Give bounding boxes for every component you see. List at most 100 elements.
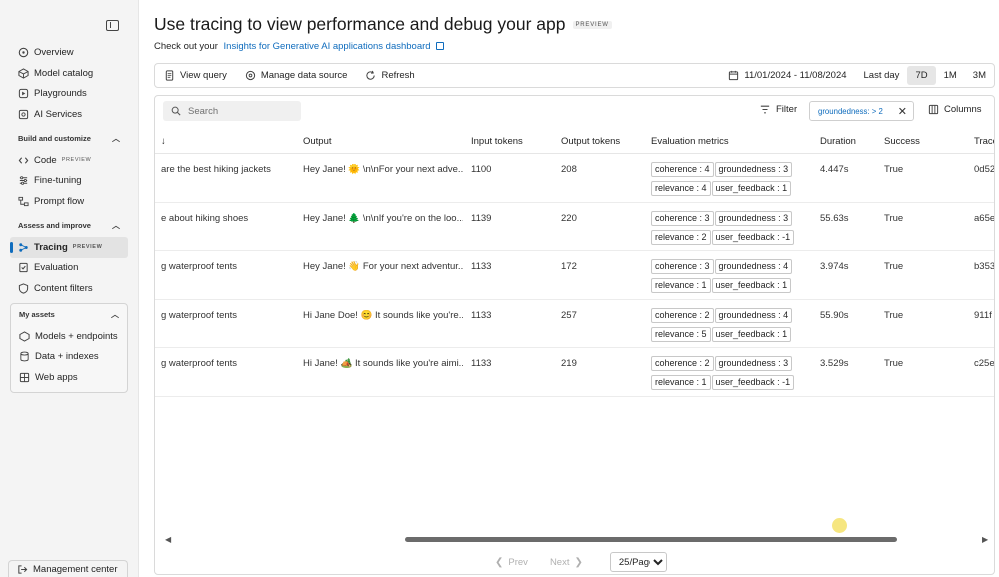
insights-dashboard-link[interactable]: Insights for Generative AI applications …: [224, 41, 431, 52]
scrollbar-thumb[interactable]: [405, 537, 897, 542]
cell-evaluation-metrics: coherence : 3 groundedness : 4 relevance :…: [651, 259, 801, 297]
cell-trace[interactable]: b353: [974, 261, 994, 272]
external-link-icon[interactable]: [436, 42, 445, 50]
page-title-text: Use tracing to view performance and debu…: [154, 14, 566, 34]
sidebar-item-fine-tuning[interactable]: Fine-tuning: [10, 170, 128, 191]
sidebar-item-label: Overview: [34, 46, 74, 58]
cell-success: True: [884, 261, 904, 272]
columns-button[interactable]: Columns: [928, 104, 982, 115]
prompt-flow-icon: [18, 196, 29, 207]
calendar-icon: [728, 70, 739, 81]
column-header-input-tokens[interactable]: Input tokens: [471, 136, 523, 147]
column-header-success[interactable]: Success: [884, 136, 920, 147]
manage-data-source-button[interactable]: Manage data source: [236, 64, 357, 87]
sidebar-item-label: Prompt flow: [34, 195, 85, 207]
range-3m-button[interactable]: 3M: [965, 66, 994, 85]
cell-output: Hey Jane! 🌲 \n\nIf you're on the loo...: [303, 212, 463, 224]
manage-data-source-label: Manage data source: [260, 70, 348, 81]
sidebar-item-ai-services[interactable]: AI Services: [10, 104, 128, 125]
page-size-select[interactable]: 25/Page: [609, 552, 667, 572]
sidebar-item-prompt-flow[interactable]: Prompt flow: [10, 191, 128, 212]
cell-duration: 4.447s: [820, 164, 849, 175]
refresh-icon: [365, 70, 376, 81]
data-indexes-icon: [19, 351, 30, 362]
content-filters-icon: [18, 283, 29, 294]
sidebar-item-label: Fine-tuning: [34, 175, 82, 187]
section-label: Build and customize: [18, 134, 91, 144]
sidebar-item-playgrounds[interactable]: Playgrounds: [10, 83, 128, 104]
section-build-and-customize[interactable]: Build and customize ︿: [10, 128, 128, 150]
range-7d-button[interactable]: 7D: [907, 66, 936, 85]
table-row[interactable]: are the best hiking jackets Hey Jane! 🌞 \…: [155, 154, 994, 203]
range-last-day-button[interactable]: Last day: [856, 66, 908, 85]
sort-arrow-icon[interactable]: ↓: [161, 136, 166, 147]
sidebar-item-evaluation[interactable]: Evaluation: [10, 258, 128, 279]
fine-tuning-icon: [18, 175, 29, 186]
cell-trace[interactable]: a65e: [974, 213, 994, 224]
metric-groundedness: groundedness : 3: [714, 210, 793, 226]
management-center-link[interactable]: Management center: [8, 560, 128, 577]
column-header-evaluation-metrics[interactable]: Evaluation metrics: [651, 136, 729, 147]
section-assess-and-improve[interactable]: Assess and improve ︿: [10, 215, 128, 237]
view-query-button[interactable]: View query: [155, 64, 236, 87]
sidebar-item-label: AI Services: [34, 108, 83, 120]
overview-icon: [18, 47, 29, 58]
column-header-duration[interactable]: Duration: [820, 136, 856, 147]
cell-output: Hi Jane Doe! 😊 It sounds like you're...: [303, 309, 463, 321]
table-row[interactable]: g waterproof tents Hi Jane! 🏕️ It sounds …: [155, 348, 994, 397]
model-catalog-icon: [18, 67, 29, 79]
sidebar-item-overview[interactable]: Overview: [10, 42, 128, 63]
date-range-controls: 11/01/2024 - 11/08/2024 Last day 7D 1M 3…: [719, 64, 994, 87]
range-1m-button[interactable]: 1M: [936, 66, 965, 85]
code-icon: [18, 155, 29, 166]
search-input[interactable]: [188, 105, 288, 117]
sidebar-item-model-catalog[interactable]: Model catalog: [10, 63, 128, 84]
sidebar-item-models-endpoints[interactable]: Models + endpoints: [11, 326, 127, 347]
date-range-value: 11/01/2024 - 11/08/2024: [744, 70, 847, 81]
metric-relevance: relevance : 2: [651, 229, 711, 245]
evaluation-icon: [18, 262, 29, 273]
cell-trace[interactable]: 911f: [974, 310, 994, 321]
section-label: My assets: [19, 310, 55, 320]
page-title: Use tracing to view performance and debu…: [154, 14, 612, 35]
table-row[interactable]: g waterproof tents Hi Jane Doe! 😊 It soun…: [155, 300, 994, 348]
cell-input: g waterproof tents: [161, 261, 238, 272]
column-header-output[interactable]: Output: [303, 136, 332, 147]
filter-button[interactable]: Filter: [760, 104, 797, 115]
preview-badge: PREVIEW: [72, 244, 103, 251]
scroll-left-icon[interactable]: ◀: [165, 535, 171, 544]
date-range-picker[interactable]: 11/01/2024 - 11/08/2024: [719, 64, 855, 87]
cell-duration: 3.974s: [820, 261, 849, 272]
metric-relevance: relevance : 1: [651, 278, 711, 293]
table-row[interactable]: e about hiking shoes Hey Jane! 🌲 \n\nIf y…: [155, 203, 994, 251]
column-header-trace[interactable]: Trace: [974, 136, 994, 147]
metric-relevance: relevance : 4: [651, 181, 711, 196]
section-label: Assess and improve: [18, 221, 91, 231]
sidebar-item-web-apps[interactable]: Web apps: [11, 367, 127, 388]
sidebar-item-content-filters[interactable]: Content filters: [10, 278, 128, 299]
horizontal-scrollbar[interactable]: ◀ ▶: [155, 534, 994, 544]
cell-input-tokens: 1133: [471, 309, 492, 321]
cell-trace[interactable]: c25e: [974, 358, 994, 369]
close-icon[interactable]: ✕: [898, 105, 907, 118]
cell-output-tokens: 220: [561, 212, 577, 224]
sidebar-item-data-indexes[interactable]: Data + indexes: [11, 347, 127, 368]
search-box[interactable]: [163, 101, 301, 121]
filter-chip[interactable]: groundedness: > 2 ✕: [809, 101, 914, 121]
prev-page-button[interactable]: ❮ Prev: [490, 557, 528, 568]
cell-output-tokens: 172: [561, 261, 577, 272]
table-row[interactable]: g waterproof tents Hey Jane! 👋 For your n…: [155, 251, 994, 300]
collapse-sidebar-icon[interactable]: [106, 20, 119, 31]
page-subtitle: Check out your Insights for Generative A…: [154, 41, 445, 52]
next-page-button[interactable]: Next ❯: [550, 557, 588, 568]
refresh-button[interactable]: Refresh: [356, 64, 423, 87]
column-header-output-tokens[interactable]: Output tokens: [561, 136, 620, 147]
cell-output: Hey Jane! 🌞 \n\nFor your next adve...: [303, 164, 463, 175]
cell-input-tokens: 1133: [471, 261, 492, 272]
section-my-assets[interactable]: My assets ︿: [11, 304, 127, 326]
scroll-right-icon[interactable]: ▶: [982, 535, 988, 544]
cell-trace[interactable]: 0d52: [974, 164, 994, 175]
sidebar-item-code[interactable]: Code PREVIEW: [10, 150, 128, 171]
toolbar: View query Manage data source Refresh 11…: [154, 63, 995, 88]
sidebar-item-tracing[interactable]: Tracing PREVIEW: [10, 236, 128, 258]
